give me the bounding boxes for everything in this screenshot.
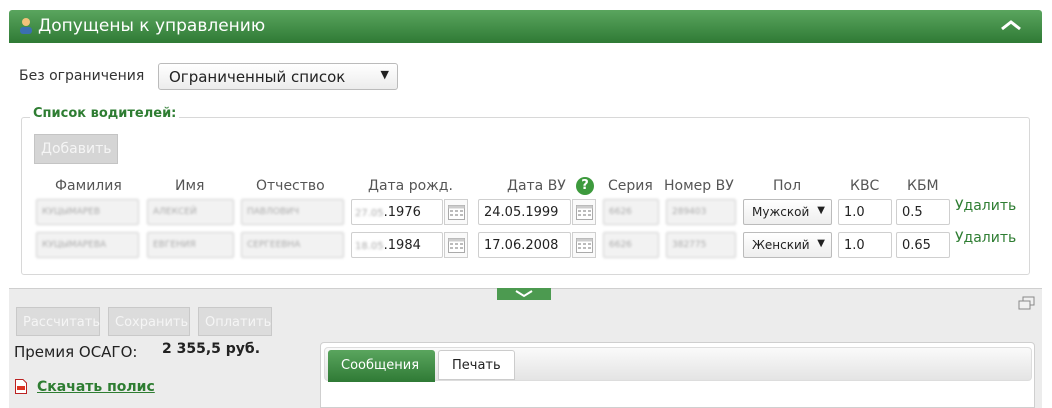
user-icon — [20, 18, 32, 34]
middlename-input[interactable]: ПАВЛОВИЧ — [241, 199, 344, 225]
panel-header[interactable]: Допущены к управлению — [9, 10, 1042, 43]
restriction-select[interactable]: Ограниченный список ▼ — [158, 63, 398, 90]
license-date-input[interactable]: 17.06.2008 — [478, 232, 571, 258]
tab-messages[interactable]: Сообщения — [328, 350, 435, 382]
birthdate-input[interactable]: 27.05.1976 — [351, 199, 443, 225]
calendar-icon[interactable] — [572, 232, 596, 258]
gender-value: Женский — [752, 238, 810, 252]
restriction-select-value: Ограниченный список — [169, 68, 346, 86]
calendar-icon[interactable] — [444, 199, 468, 225]
gender-select[interactable]: Женский ▼ — [743, 232, 832, 258]
birthdate-day-month: 27.05 — [355, 208, 384, 219]
license-number-input[interactable]: 382775 — [666, 232, 736, 258]
calendar-icon[interactable] — [572, 199, 596, 225]
help-icon[interactable]: ? — [576, 177, 594, 195]
expand-toggle[interactable] — [497, 288, 551, 300]
delete-driver-link[interactable]: Удалить — [955, 230, 1016, 246]
col-kbm: КБМ — [907, 178, 939, 194]
kbm-input[interactable]: 0.5 — [896, 199, 950, 225]
kbm-input[interactable]: 0.65 — [896, 232, 950, 258]
gender-value: Мужской — [752, 205, 810, 219]
col-series: Серия — [608, 178, 653, 194]
birthdate-year: .1984 — [383, 238, 421, 253]
panel-title: Допущены к управлению — [38, 16, 266, 36]
col-kvs: КВС — [850, 178, 880, 194]
pay-button[interactable]: Оплатить — [198, 307, 272, 336]
col-lastname: Фамилия — [55, 178, 122, 194]
delete-driver-link[interactable]: Удалить — [955, 198, 1016, 214]
chevron-down-icon: ▼ — [380, 68, 389, 81]
calculate-button[interactable]: Рассчитать — [16, 307, 100, 336]
middlename-input[interactable]: СЕРГЕЕВНА — [241, 232, 344, 258]
birthdate-input[interactable]: 18.05.1984 — [351, 232, 443, 258]
calendar-icon[interactable] — [444, 232, 468, 258]
kvs-input[interactable]: 1.0 — [838, 199, 892, 225]
license-number-input[interactable]: 289403 — [666, 199, 736, 225]
birthdate-year: .1976 — [383, 205, 421, 220]
premium-label: Премия ОСАГО: — [14, 343, 138, 361]
lastname-input[interactable]: КУЦЫМАРЕВА — [36, 232, 139, 258]
firstname-input[interactable]: АЛЕКСЕЙ — [147, 199, 234, 225]
license-series-input[interactable]: 6626 — [603, 232, 659, 258]
drivers-legend: Список водителей: — [30, 106, 180, 121]
license-date-input[interactable]: 24.05.1999 — [478, 199, 571, 225]
chevron-down-icon: ▼ — [817, 205, 825, 216]
chevron-down-icon — [515, 290, 533, 298]
premium-value: 2 355,5 руб. — [162, 341, 261, 357]
add-driver-button[interactable]: Добавить — [34, 134, 118, 164]
license-series-input[interactable]: 6626 — [603, 199, 659, 225]
pdf-icon — [15, 379, 27, 394]
gender-select[interactable]: Мужской ▼ — [743, 199, 832, 225]
tab-print[interactable]: Печать — [438, 350, 515, 380]
col-middlename: Отчество — [256, 178, 325, 194]
save-button[interactable]: Сохранить — [108, 307, 190, 336]
col-license-number: Номер ВУ — [664, 178, 734, 194]
col-birthdate: Дата рожд. — [368, 178, 453, 194]
restore-window-icon[interactable] — [1018, 296, 1035, 310]
birthdate-day-month: 18.05 — [355, 241, 384, 252]
lastname-input[interactable]: КУЦЫМАРЕВ — [36, 199, 139, 225]
chevron-up-icon[interactable] — [1000, 19, 1022, 31]
restriction-label: Без ограничения — [19, 68, 145, 84]
col-license-date: Дата ВУ — [507, 178, 566, 194]
col-firstname: Имя — [175, 178, 205, 194]
kvs-input[interactable]: 1.0 — [838, 232, 892, 258]
firstname-input[interactable]: ЕВГЕНИЯ — [147, 232, 234, 258]
download-policy-link[interactable]: Скачать полис — [37, 379, 155, 395]
chevron-down-icon: ▼ — [817, 238, 825, 249]
col-gender: Пол — [773, 178, 802, 194]
